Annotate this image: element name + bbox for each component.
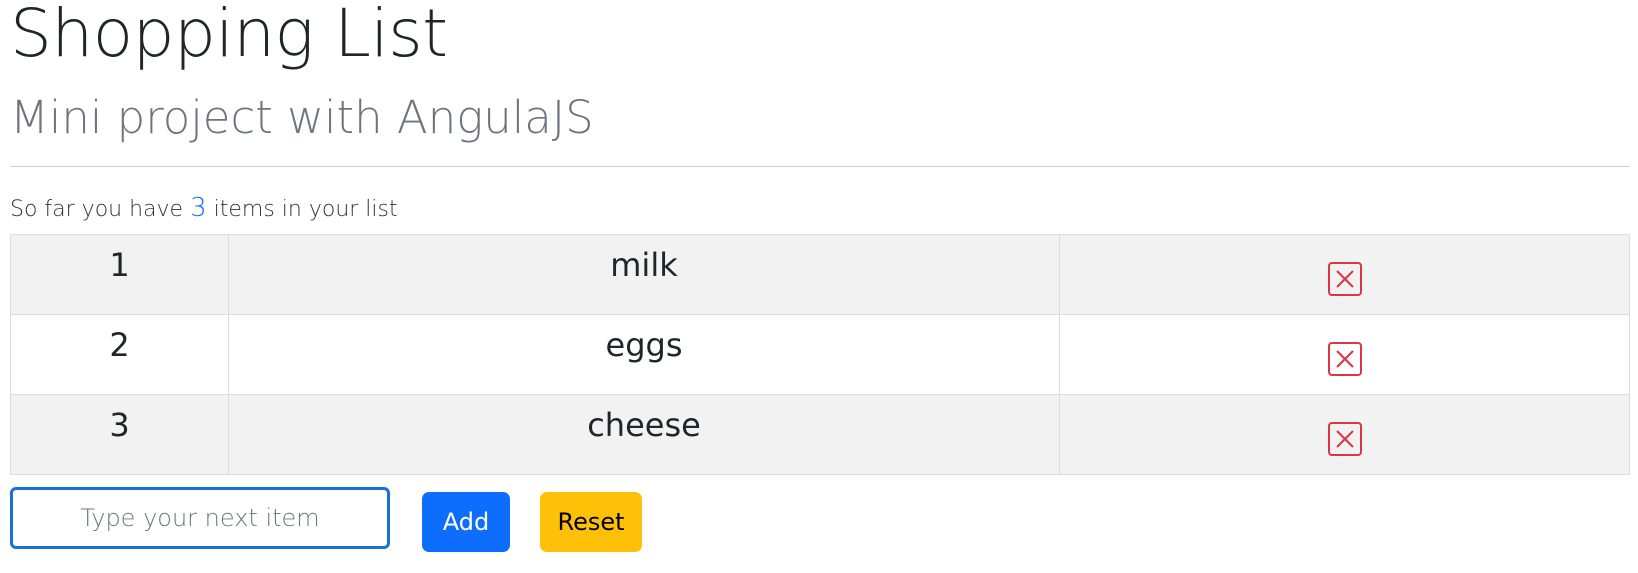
table-row: 3 cheese [10, 394, 1630, 475]
item-index: 2 [109, 325, 130, 364]
delete-item-button[interactable] [1327, 341, 1362, 376]
divider [10, 166, 1630, 167]
add-button[interactable]: Add [422, 492, 510, 552]
item-name: milk [610, 245, 678, 284]
page-title: Shopping List [10, 0, 448, 72]
summary-prefix: So far you have [10, 197, 184, 222]
item-index-cell: 1 [10, 234, 229, 315]
item-name-cell: milk [228, 234, 1060, 315]
close-x-icon [1335, 429, 1354, 448]
new-item-input[interactable] [10, 487, 390, 549]
delete-item-button[interactable] [1327, 261, 1362, 296]
item-action-cell [1059, 234, 1630, 315]
item-index: 1 [109, 245, 130, 284]
close-x-icon [1335, 269, 1354, 288]
item-name: eggs [605, 325, 683, 364]
shopping-list-table: 1 milk 2 eggs 3 cheese [10, 234, 1630, 475]
item-name-cell: cheese [228, 394, 1060, 475]
item-action-cell [1059, 394, 1630, 475]
summary-suffix: items in your list [213, 197, 398, 222]
item-index-cell: 3 [10, 394, 229, 475]
page-subtitle: Mini project with AngulaJS [10, 91, 594, 144]
table-row: 2 eggs [10, 314, 1630, 395]
item-name: cheese [587, 405, 701, 444]
table-row: 1 milk [10, 234, 1630, 315]
delete-item-button[interactable] [1327, 421, 1362, 456]
item-count-summary: So far you have 3 items in your list [10, 193, 398, 225]
close-x-icon [1335, 349, 1354, 368]
item-count: 3 [190, 193, 207, 223]
reset-button[interactable]: Reset [540, 492, 642, 552]
item-action-cell [1059, 314, 1630, 395]
item-index-cell: 2 [10, 314, 229, 395]
item-name-cell: eggs [228, 314, 1060, 395]
item-index: 3 [109, 405, 130, 444]
